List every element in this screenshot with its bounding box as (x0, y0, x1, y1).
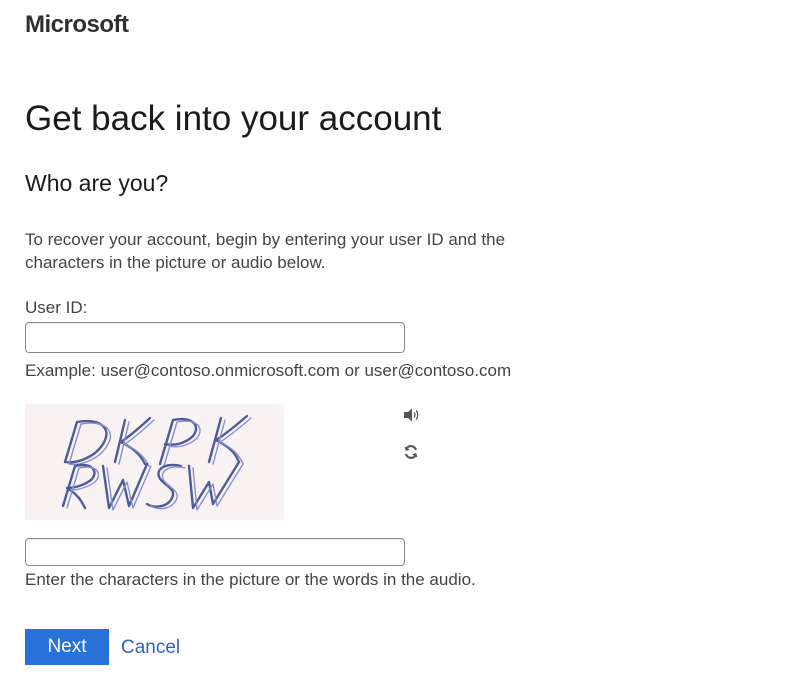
instructions-line-1: To recover your account, begin by enteri… (25, 230, 506, 249)
cancel-link[interactable]: Cancel (121, 637, 180, 659)
instructions-line-2: characters in the picture or audio below… (25, 253, 326, 272)
instructions-text: To recover your account, begin by enteri… (25, 228, 625, 274)
user-id-input[interactable] (25, 322, 405, 353)
next-button[interactable]: Next (25, 629, 109, 665)
microsoft-logo: Microsoft (25, 11, 129, 38)
speaker-icon[interactable] (401, 405, 421, 425)
page-subtitle: Who are you? (25, 170, 169, 196)
refresh-icon[interactable] (401, 442, 421, 462)
captcha-hint-text: Enter the characters in the picture or t… (25, 570, 476, 589)
user-id-label: User ID: (25, 298, 88, 317)
captcha-input[interactable] (25, 538, 405, 566)
user-id-example-text: Example: user@contoso.onmicrosoft.com or… (25, 361, 512, 380)
page-title: Get back into your account (25, 99, 442, 138)
captcha-image (25, 404, 284, 520)
